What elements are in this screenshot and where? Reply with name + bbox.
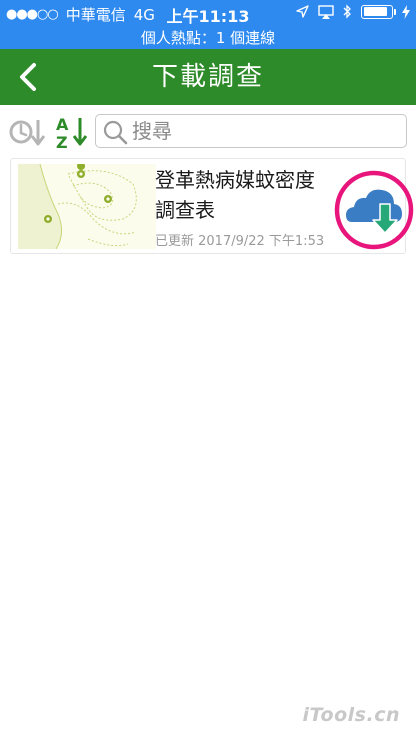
watermark: iTools.cn [302,704,400,726]
clock-sort-icon [9,120,46,146]
map-thumbnail [18,164,156,249]
nav-bar: 下載調查 [0,49,416,105]
search-icon [103,120,128,145]
battery-level [363,7,388,16]
airplay-icon [318,4,334,19]
hotspot-banner[interactable]: 個人熱點：1 個連線 [0,27,416,49]
updated-timestamp: 已更新 2017/9/22 下午1:53 [155,234,325,249]
map-thumbnail-graphic [18,164,156,249]
status-right [296,4,410,19]
svg-text:A: A [56,115,69,134]
svg-text:Z: Z [56,133,68,150]
status-bar: ●●●○○ 中華電信 4G 上午11:13 [0,0,416,27]
status-left: ●●●○○ 中華電信 4G [6,4,155,25]
search-box[interactable] [95,114,407,148]
page-title: 下載調查 [151,62,264,92]
location-arrow-icon [296,5,309,18]
sort-by-time-button[interactable] [8,114,46,150]
cloud-download-icon [334,170,414,250]
signal-strength-icon: ●●●○○ [6,7,59,22]
network-type: 4G [133,5,155,24]
az-sort-icon: A Z [56,115,88,152]
sort-alphabetical-button[interactable]: A Z [52,114,90,152]
survey-title: 登革熱病媒蚊密度調查表 [155,168,315,222]
download-button[interactable] [334,170,414,250]
bluetooth-icon [343,4,351,19]
survey-card[interactable]: 登革熱病媒蚊密度調查表 已更新 2017/9/22 下午1:53 [10,158,414,254]
carrier-name: 中華電信 [65,6,126,24]
charging-bolt-icon [402,4,410,19]
battery-icon [361,4,396,19]
search-input[interactable] [132,117,394,145]
toolbar: A Z [0,110,416,154]
